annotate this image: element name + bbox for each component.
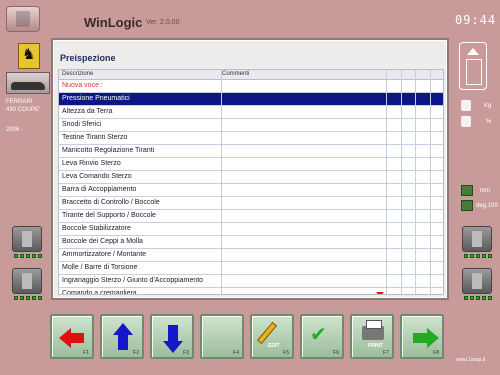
function-key-label: F6 xyxy=(333,350,339,356)
angle-unit: deg.100 xyxy=(476,203,498,209)
clock: 09:44 xyxy=(455,13,497,27)
row-description: Manicotto Regolazione Tiranti xyxy=(62,147,155,154)
row-description: Altezza da Terra xyxy=(62,108,113,115)
function-key-label: F7 xyxy=(383,350,389,356)
toolbar-button-f5[interactable]: EDIT F5 xyxy=(250,314,294,359)
row-description: Ingranaggio Sterzo / Giunto d'Accoppiame… xyxy=(62,277,204,284)
toolbar-button-f3[interactable]: F3 xyxy=(150,314,194,359)
toolbar-button-f4[interactable]: F4 xyxy=(200,314,244,359)
row-description: Snodi Sferici xyxy=(62,121,102,128)
toolbar-button-f6[interactable]: ✔ F6 xyxy=(300,314,344,359)
led-bar xyxy=(14,254,42,258)
row-description: Boccole Stabilizzatore xyxy=(62,225,131,232)
column-header-description: Descrizione xyxy=(62,71,94,77)
row-description: Ammortizzatore / Montante xyxy=(62,251,147,258)
panel-title: Preispezione xyxy=(60,53,116,63)
car-make: FERRARI xyxy=(6,99,33,105)
app-logo-icon xyxy=(6,6,40,32)
car-model: 430 COUPE' xyxy=(6,107,41,113)
printer-icon xyxy=(362,320,384,340)
car-photo xyxy=(6,72,50,94)
website-text: www.1sosp.it xyxy=(456,357,486,363)
title-bar: WinLogic Ver. 2.0.00 09:44 xyxy=(0,0,500,38)
function-toolbar: F1 F2 F3 F4 EDIT F5 ✔ F6 PRINT F7 F8 xyxy=(50,314,450,362)
arrow-down-icon xyxy=(163,325,183,353)
arrow-up-icon xyxy=(113,323,133,350)
weight-unit: Kg xyxy=(484,103,492,109)
row-description: Leva Rinvio Sterzo xyxy=(62,160,121,167)
row-description: Boccole dei Ceppi a Molla xyxy=(62,238,143,245)
led-bar xyxy=(14,296,42,300)
lift-front-left-icon[interactable] xyxy=(12,226,42,252)
row-description: Leva Comando Sterzo xyxy=(62,173,132,180)
function-key-label: F8 xyxy=(433,350,439,356)
ferrari-logo-icon xyxy=(18,43,40,69)
column-header-comments: Commenti xyxy=(222,71,250,77)
arrow-left-icon xyxy=(59,328,84,348)
row-description: Molle / Barre di Torsione xyxy=(62,264,138,271)
checklist-icon: ✔ xyxy=(310,322,327,346)
fuel-unit: % xyxy=(486,119,492,125)
scroll-down-icon[interactable] xyxy=(376,292,384,294)
row-description: Tirante del Supporto / Boccole xyxy=(62,212,156,219)
function-key-label: F3 xyxy=(183,350,189,356)
row-description: Testine Tiranti Sterzo xyxy=(62,134,128,141)
car-info: FERRARI 430 COUPE' xyxy=(6,98,40,114)
row-description: Pressione Pneumatici xyxy=(62,95,130,102)
column-divider xyxy=(415,70,416,294)
toolbar-button-text: EDIT xyxy=(268,343,280,349)
function-key-label: F2 xyxy=(133,350,139,356)
length-icon xyxy=(461,185,473,196)
length-unit: mm xyxy=(480,188,490,194)
toolbar-button-f1[interactable]: F1 xyxy=(50,314,94,359)
app-title: WinLogic xyxy=(84,15,143,30)
fuel-icon xyxy=(461,116,471,127)
function-key-label: F1 xyxy=(83,350,89,356)
toolbar-button-f7[interactable]: PRINT F7 xyxy=(350,314,394,359)
angle-icon xyxy=(461,200,473,211)
pencil-icon xyxy=(256,321,278,345)
row-description: Nuova voce : xyxy=(62,82,103,89)
column-divider xyxy=(221,70,222,294)
column-divider xyxy=(386,70,387,294)
led-bar xyxy=(464,296,492,300)
lift-rear-left-icon[interactable] xyxy=(12,268,42,294)
app-version: Ver. 2.0.00 xyxy=(146,19,180,26)
weight-icon xyxy=(461,100,471,111)
row-description: Braccetto di Controllo / Boccole xyxy=(62,199,160,206)
inspection-panel: Preispezione Descrizione Commenti Nuova … xyxy=(51,38,449,300)
lift-rear-right-icon[interactable] xyxy=(462,268,492,294)
led-bar xyxy=(464,254,492,258)
arrow-right-icon xyxy=(413,328,439,348)
lift-front-right-icon[interactable] xyxy=(462,226,492,252)
toolbar-button-f2[interactable]: F2 xyxy=(100,314,144,359)
function-key-label: F4 xyxy=(233,350,239,356)
row-description: Barra di Accoppiamento xyxy=(62,186,137,193)
car-year: 2006 - xyxy=(6,127,24,133)
function-key-label: F5 xyxy=(283,350,289,356)
inspection-table: Descrizione Commenti Nuova voce : Pressio… xyxy=(58,69,444,295)
row-description: Comando a cremagliera xyxy=(62,290,137,295)
column-divider xyxy=(401,70,402,294)
column-divider xyxy=(430,70,431,294)
toolbar-button-f8[interactable]: F8 xyxy=(400,314,444,359)
vehicle-nav-icon[interactable] xyxy=(459,42,487,90)
toolbar-button-text: PRINT xyxy=(368,343,383,349)
